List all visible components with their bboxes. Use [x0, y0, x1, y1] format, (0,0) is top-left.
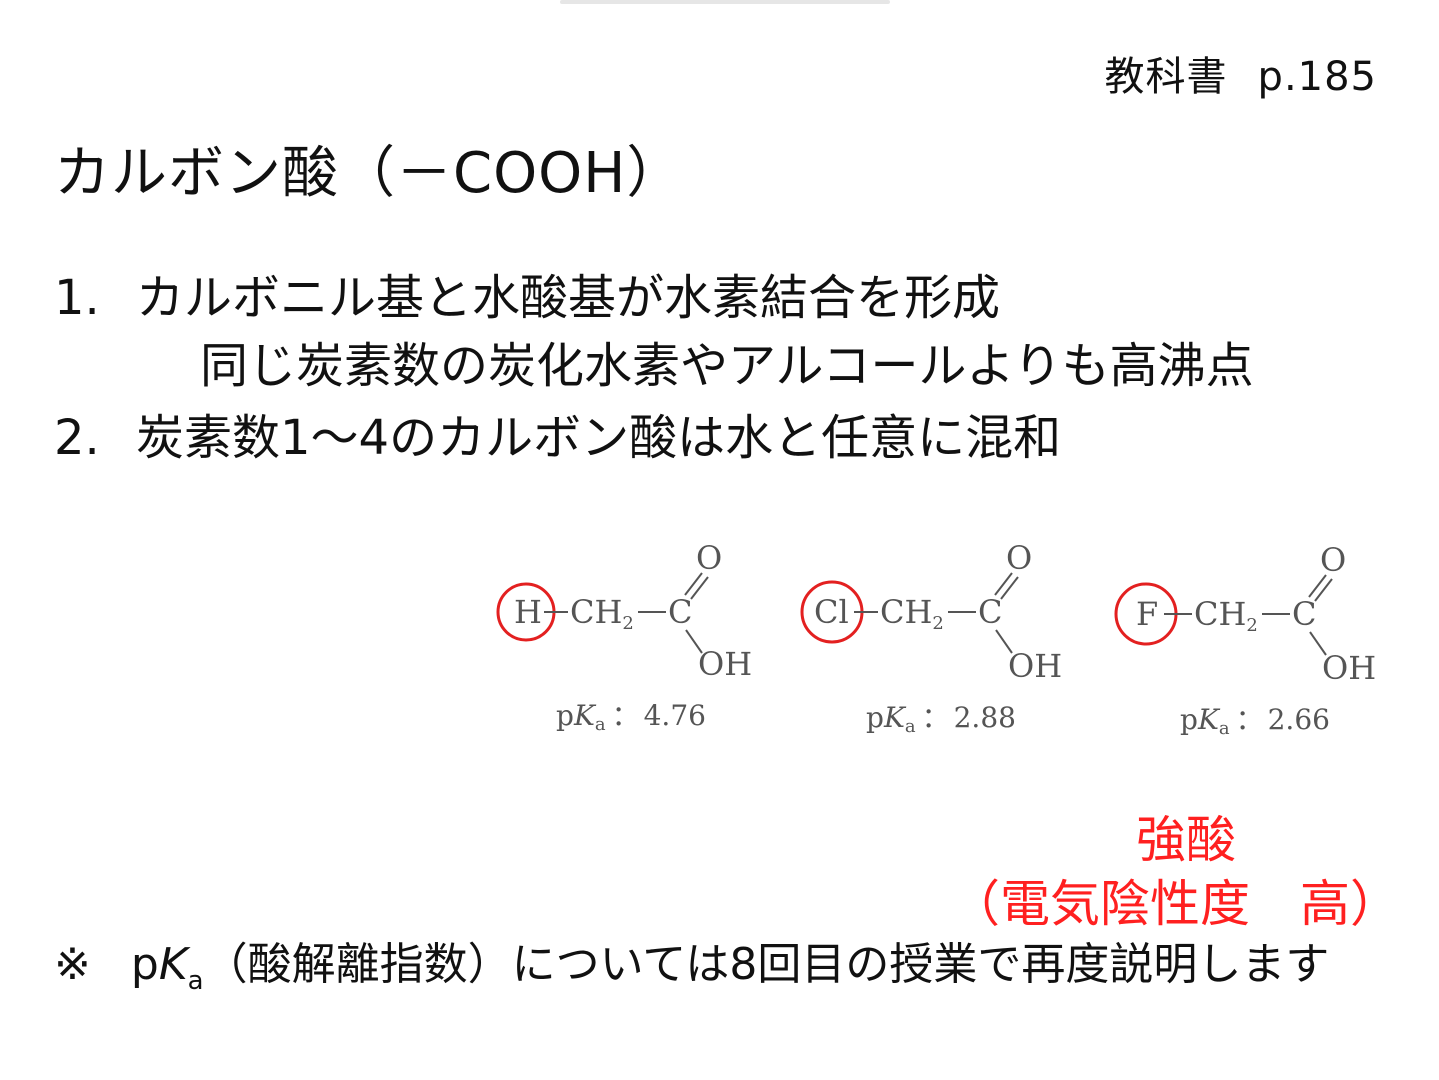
oxygen-atom: O [696, 539, 722, 577]
textbook-label: 教科書 [1104, 54, 1228, 100]
ch2-group: CH2 [570, 593, 634, 634]
substituent-atom: Cl [814, 593, 849, 631]
textbook-page: p.185 [1257, 54, 1377, 100]
structural-formula: Cl CH2 C O OH pKa： 2.88 [800, 539, 1062, 737]
substituent-atom: H [514, 593, 542, 631]
double-bond [690, 576, 709, 600]
molecule-acetic-acid: H CH2 C O OH pKa： 4.76 [490, 535, 810, 745]
footnote: ※ pKa（酸解離指数）については8回目の授業で再度説明します [54, 928, 1329, 996]
oxygen-atom: O [1320, 541, 1346, 579]
double-bond [1314, 578, 1333, 602]
carbon-atom: C [668, 593, 692, 631]
note-a: a [187, 965, 204, 996]
note-k: K [158, 939, 188, 990]
ch2-label: CH [1194, 595, 1246, 633]
hydroxyl-group: OH [1008, 647, 1062, 685]
note-p: p [130, 939, 159, 990]
list-item-1-subtext: 同じ炭素数の炭化水素やアルコールよりも高沸点 [200, 338, 1254, 394]
structural-formula: F CH2 C O OH pKa： 2.66 [1114, 541, 1376, 739]
electronegativity-label: （電気陰性度 高） [950, 875, 1400, 933]
double-bond [1000, 576, 1019, 600]
textbook-reference: 教科書 p.185 [1105, 44, 1377, 102]
list-item-number: 1. [54, 270, 100, 326]
reference-mark: ※ [54, 939, 91, 990]
molecule-chloroacetic-acid: Cl CH2 C O OH pKa： 2.88 [800, 535, 1120, 745]
list-item-1: 1. カルボニル基と水酸基が水素結合を形成 [54, 258, 1000, 328]
ch2-subscript: 2 [932, 613, 943, 634]
pka-value: pKa： 4.76 [556, 699, 706, 735]
note-text: （酸解離指数）については8回目の授業で再度説明します [203, 939, 1330, 990]
hydroxyl-group: OH [1322, 649, 1376, 687]
ch2-subscript: 2 [622, 613, 633, 634]
ch2-group: CH2 [880, 593, 944, 634]
list-item-text: カルボニル基と水酸基が水素結合を形成 [136, 270, 1001, 326]
list-item-text: 炭素数1～4のカルボン酸は水と任意に混和 [136, 410, 1062, 466]
ch2-group: CH2 [1194, 595, 1258, 636]
ch2-label: CH [570, 593, 622, 631]
strong-acid-label: 強酸 [1136, 811, 1236, 869]
hydroxyl-group: OH [698, 645, 752, 683]
carbon-atom: C [978, 593, 1002, 631]
top-edge-bar [560, 0, 890, 4]
oxygen-atom: O [1006, 539, 1032, 577]
slide-title: カルボン酸（－COOH） [54, 141, 684, 206]
list-item-number: 2. [54, 410, 100, 466]
ch2-subscript: 2 [1246, 615, 1257, 636]
list-item-2: 2. 炭素数1～4のカルボン酸は水と任意に混和 [54, 398, 1061, 468]
substituent-atom: F [1136, 595, 1158, 633]
molecule-fluoroacetic-acid: F CH2 C O OH pKa： 2.66 [1112, 535, 1432, 745]
ch2-label: CH [880, 593, 932, 631]
carbon-atom: C [1292, 595, 1316, 633]
structural-formula: H CH2 C O OH pKa： 4.76 [496, 539, 752, 735]
pka-value: pKa： 2.66 [1180, 703, 1330, 739]
pka-value: pKa： 2.88 [866, 701, 1016, 737]
